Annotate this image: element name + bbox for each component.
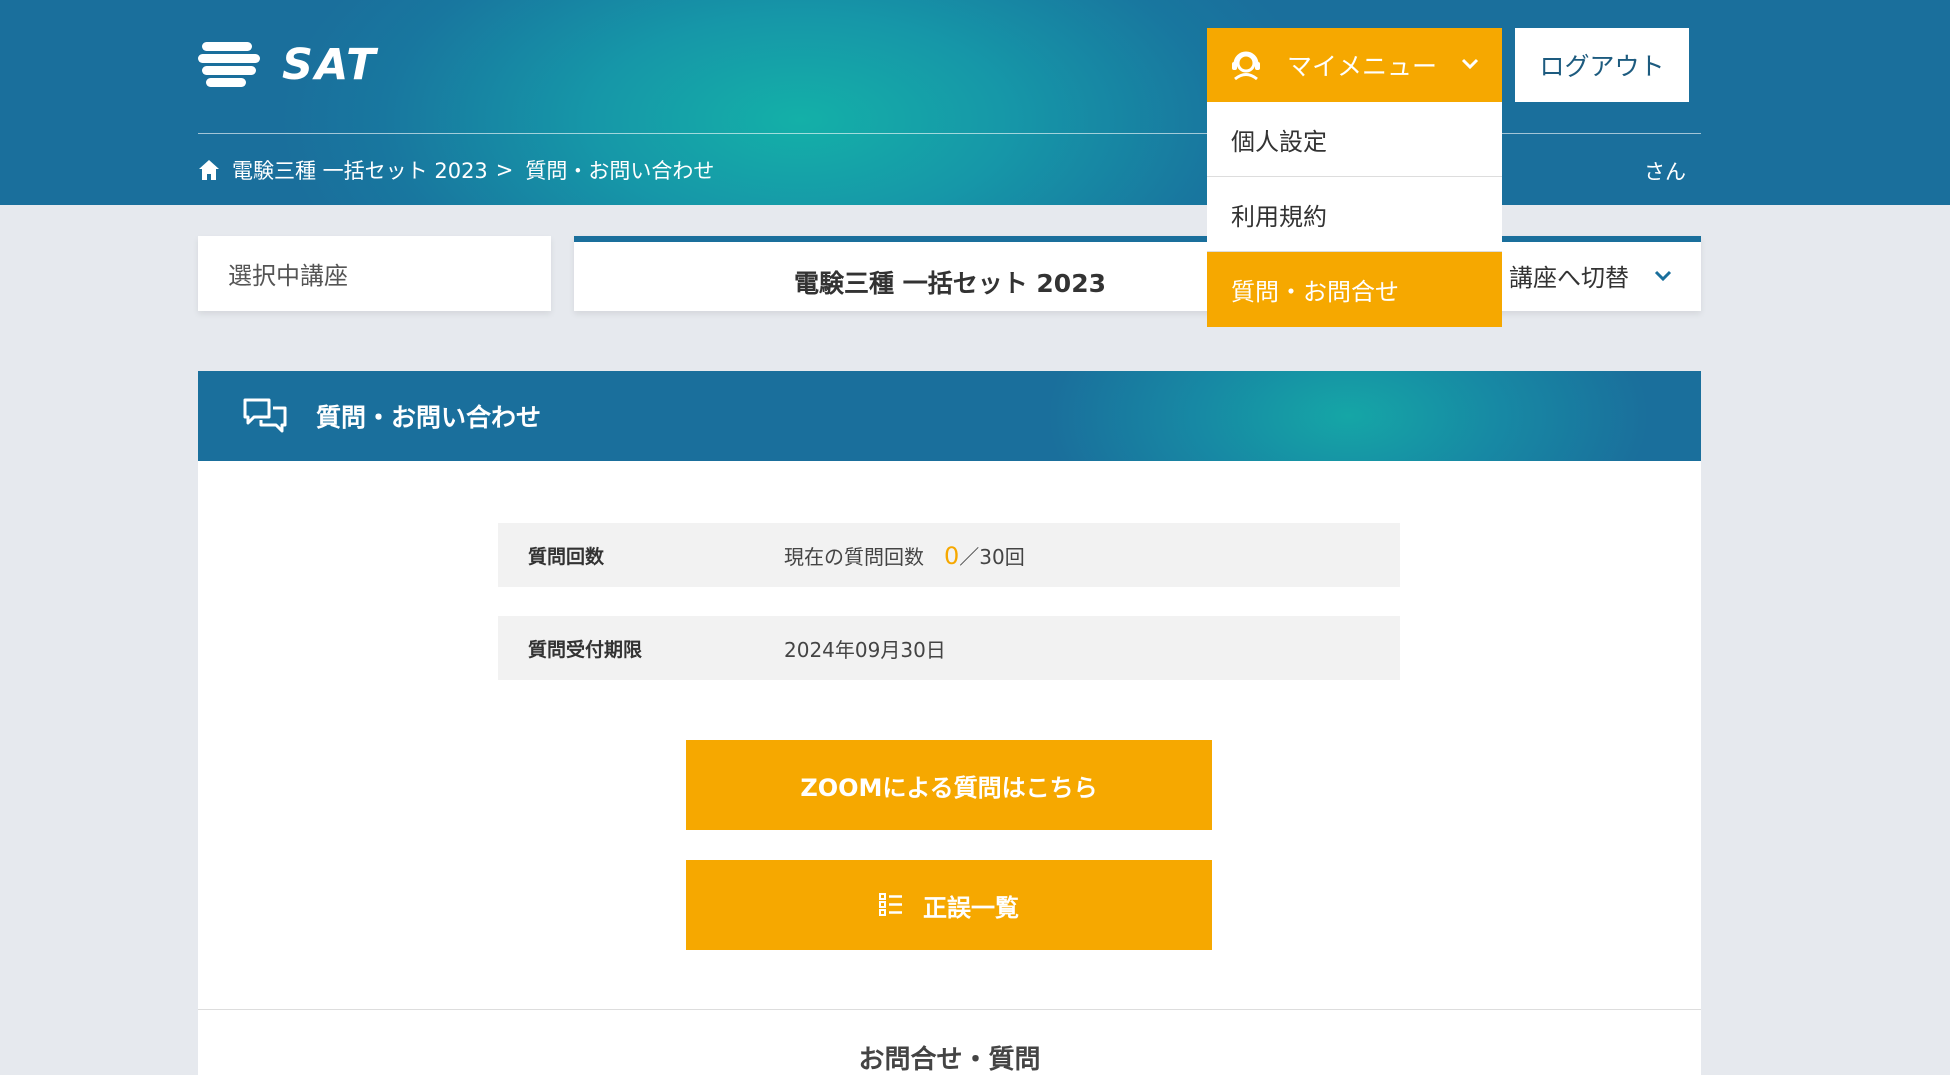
zoom-question-button[interactable]: ZOOMによる質問はこちら	[686, 740, 1212, 830]
question-count-label: 質問回数	[528, 545, 605, 568]
breadcrumb: 電験三種 一括セット 2023 > 質問・お問い合わせ	[198, 155, 714, 185]
errata-button[interactable]: 正誤一覧	[686, 860, 1212, 950]
mymenu-dropdown: 個人設定 利用規約 質問・お問合せ	[1207, 102, 1502, 327]
headset-icon	[1232, 51, 1260, 81]
selected-course-label: 選択中講座	[198, 236, 551, 311]
breadcrumb-course[interactable]: 電験三種 一括セット 2023	[232, 155, 488, 185]
inquiry-section-title: お問合せ・質問	[858, 1045, 1041, 1075]
chevron-down-icon[interactable]	[1653, 266, 1673, 286]
home-icon[interactable]	[198, 159, 220, 181]
site-header: SAT 電験三種 一括セット 2023 > 質問・お問い合わせ さん マイメニュ…	[0, 0, 1950, 205]
user-name: さん	[1644, 160, 1686, 184]
selected-course-name: 電験三種 一括セット 2023	[794, 269, 1106, 298]
menu-item-personal-settings[interactable]: 個人設定	[1207, 102, 1502, 177]
question-count-current: 0	[944, 541, 960, 570]
logo-lines-icon	[198, 40, 262, 90]
course-switch-label[interactable]: 講座へ切替	[1509, 258, 1629, 293]
inquiry-panel: 質問・お問い合わせ 質問回数 現在の質問回数 0 ／30回 質問受付期限 202…	[198, 371, 1701, 1075]
question-count-max: ／30回	[959, 544, 1025, 569]
question-count-row: 質問回数 現在の質問回数 0 ／30回	[498, 523, 1400, 587]
logo-text: SAT	[282, 40, 378, 90]
section-divider	[198, 1009, 1701, 1010]
mymenu-button[interactable]: マイメニュー	[1207, 28, 1502, 102]
deadline-row: 質問受付期限 2024年09月30日	[498, 616, 1400, 680]
panel-header: 質問・お問い合わせ	[198, 371, 1701, 461]
breadcrumb-current: 質問・お問い合わせ	[525, 159, 715, 183]
course-selector[interactable]: 電験三種 一括セット 2023 講座へ切替	[574, 236, 1701, 311]
question-count-value: 現在の質問回数 0 ／30回	[784, 541, 1025, 570]
breadcrumb-separator: >	[495, 158, 514, 182]
menu-item-inquiry[interactable]: 質問・お問合せ	[1207, 252, 1502, 327]
panel-title: 質問・お問い合わせ	[316, 403, 542, 432]
checklist-icon	[879, 893, 902, 916]
logout-button[interactable]: ログアウト	[1515, 28, 1689, 102]
errata-button-label: 正誤一覧	[923, 893, 1019, 922]
question-count-prefix: 現在の質問回数	[784, 544, 924, 569]
chat-bubbles-icon	[243, 398, 287, 433]
menu-item-terms[interactable]: 利用規約	[1207, 177, 1502, 252]
logo[interactable]: SAT	[198, 40, 377, 90]
mymenu-label: マイメニュー	[1287, 52, 1438, 81]
deadline-value: 2024年09月30日	[784, 637, 946, 662]
chevron-down-icon	[1461, 58, 1479, 70]
deadline-label: 質問受付期限	[528, 638, 643, 661]
